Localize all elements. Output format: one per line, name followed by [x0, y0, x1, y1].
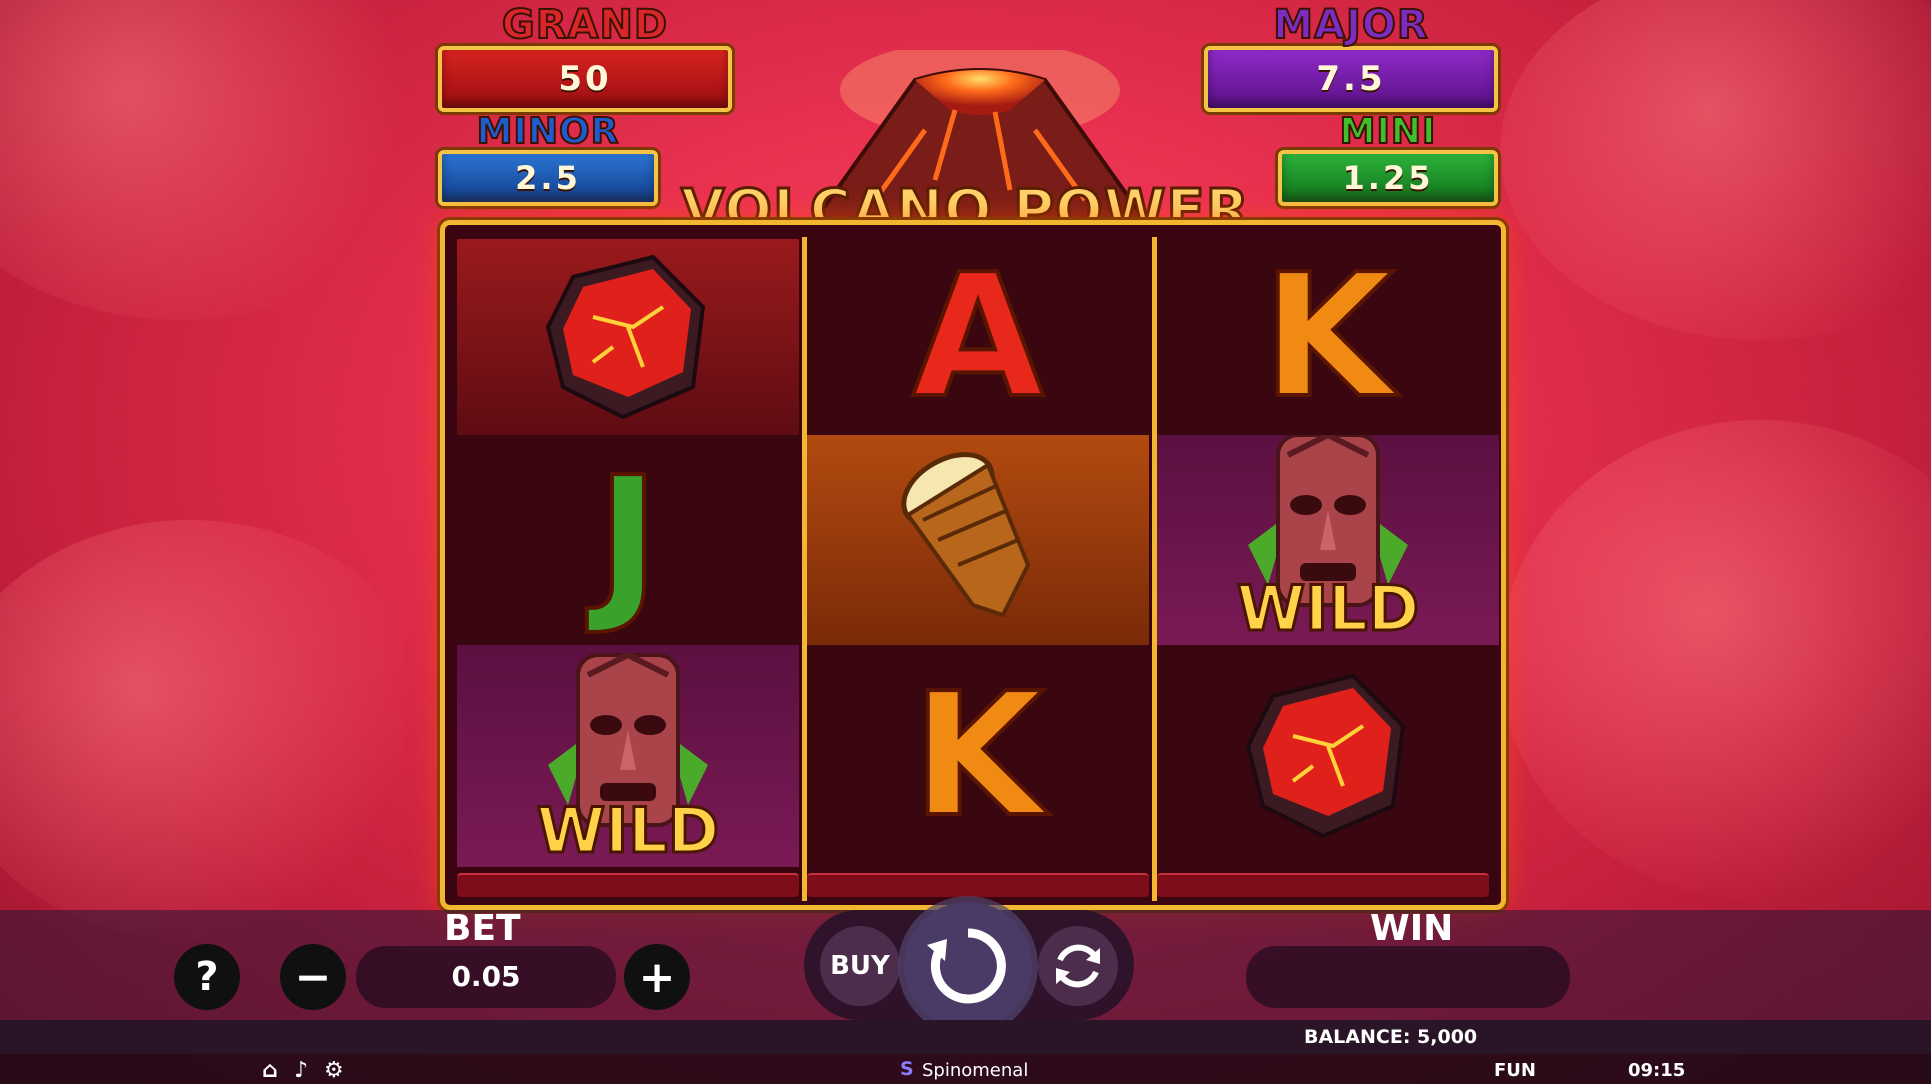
- bet-value: 0.05: [356, 946, 616, 1008]
- reel-3-strip: [1157, 873, 1489, 897]
- reel-3-symbol-3: [1157, 645, 1499, 867]
- reel-1-wild-label: WILD: [535, 793, 720, 868]
- reel-1-letter-j: J: [594, 441, 661, 639]
- reel-2-letter-k: K: [910, 657, 1046, 855]
- reel-2-symbol-1: A: [807, 239, 1149, 435]
- lava-stone-icon: [1245, 673, 1406, 839]
- reel-3-wild-label: WILD: [1235, 571, 1420, 646]
- autoplay-icon: [1056, 944, 1100, 988]
- jackpot-grand-title: GRAND: [501, 2, 669, 48]
- bet-decrease-button[interactable]: −: [280, 944, 346, 1010]
- autoplay-button[interactable]: [1038, 926, 1118, 1006]
- lava-stone-icon: [545, 254, 706, 420]
- drum-icon: [901, 452, 1031, 618]
- bet-increase-button[interactable]: +: [624, 944, 690, 1010]
- brand-logo-icon: S: [900, 1058, 914, 1080]
- reel-3-symbol-2: WILD: [1157, 435, 1499, 645]
- reel-1-strip: [457, 873, 799, 897]
- reel-1-symbol-2: J: [457, 435, 799, 645]
- cloud-right-bottom: [1500, 420, 1931, 900]
- brand-logo: Spinomenal: [922, 1060, 1029, 1081]
- spin-icon: [927, 928, 1006, 1004]
- reels-frame: J WILD A K K WILD: [440, 220, 1506, 910]
- reel-1-symbol-1: [457, 239, 799, 435]
- status-bar: [0, 1020, 1931, 1054]
- home-icon[interactable]: ⌂: [262, 1058, 278, 1083]
- reel-2: A K: [807, 239, 1149, 867]
- jackpot-major-value: 7.5: [1204, 46, 1498, 112]
- reel-2-strip: [807, 873, 1149, 897]
- clock-text: 09:15: [1628, 1060, 1686, 1081]
- reel-2-symbol-3: K: [807, 645, 1149, 867]
- reel-2-symbol-2: [807, 435, 1149, 645]
- jackpot-major-title: MAJOR: [1272, 2, 1429, 48]
- buy-button[interactable]: BUY: [820, 926, 900, 1006]
- jackpot-minor-title: MINOR: [476, 111, 620, 152]
- spin-button[interactable]: [904, 902, 1032, 1030]
- jackpot-mini-title: MINI: [1339, 111, 1437, 152]
- cloud-left-bottom: [0, 520, 440, 940]
- settings-icon[interactable]: ⚙: [324, 1058, 344, 1083]
- reel-3-symbol-1: K: [1157, 239, 1499, 435]
- reel-3-letter-k: K: [1260, 239, 1396, 435]
- jackpot-major: MAJOR 7.5: [1204, 2, 1498, 112]
- jackpot-grand: GRAND 50: [438, 2, 732, 112]
- bet-label: BET: [444, 908, 521, 949]
- mode-text: FUN: [1494, 1060, 1536, 1081]
- balance-text: BALANCE: 5,000: [1304, 1026, 1478, 1048]
- cloud-left-top: [0, 0, 440, 320]
- reel-2-letter-a: A: [910, 239, 1046, 435]
- reel-1: J WILD: [457, 239, 799, 867]
- sound-icon[interactable]: ♪: [294, 1058, 308, 1083]
- win-value: [1246, 946, 1570, 1008]
- reel-1-symbol-3: WILD: [457, 645, 799, 867]
- cloud-right-top: [1500, 0, 1931, 340]
- win-label: WIN: [1370, 908, 1454, 949]
- reel-3: K WILD: [1157, 239, 1499, 867]
- help-button[interactable]: ?: [174, 944, 240, 1010]
- jackpot-grand-value: 50: [438, 46, 732, 112]
